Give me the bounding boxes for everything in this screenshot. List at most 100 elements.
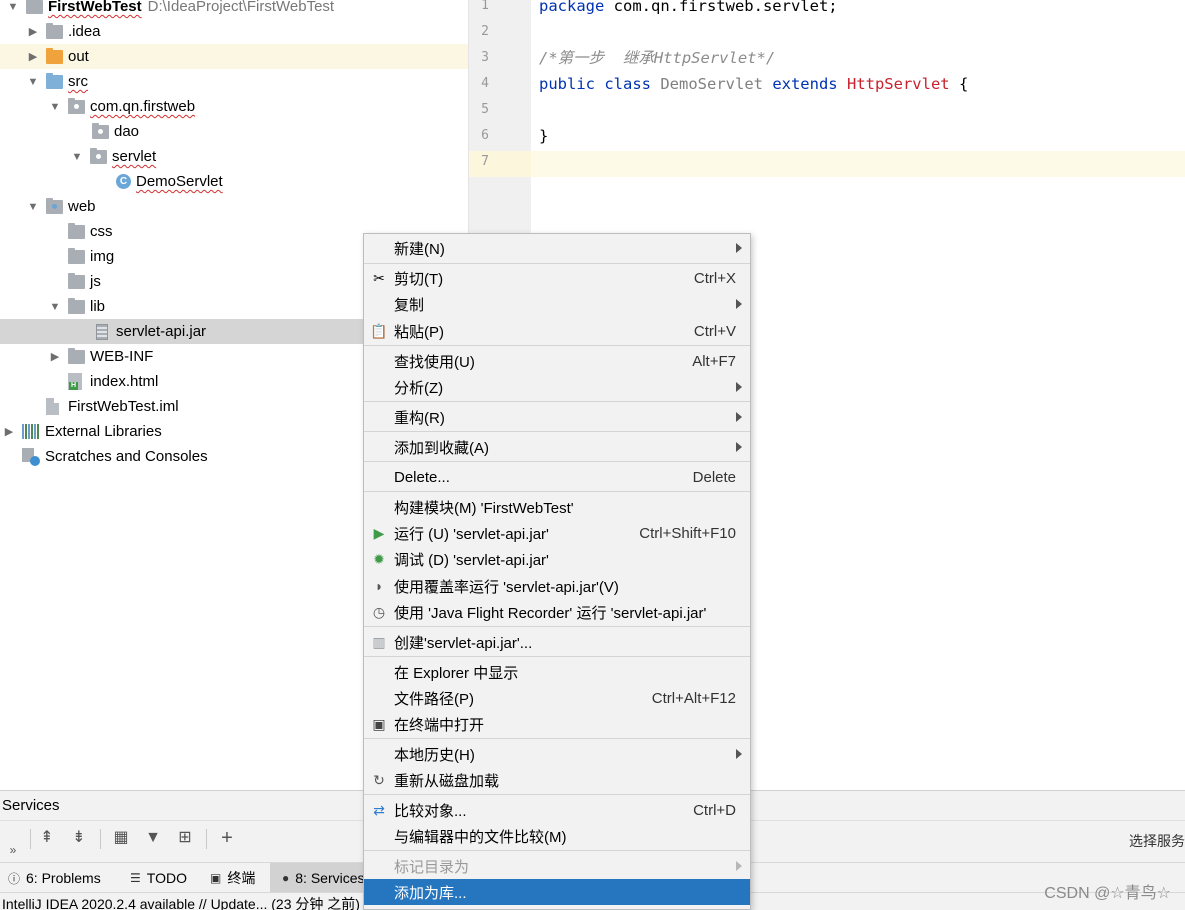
tree-item-label: web (68, 198, 96, 215)
menu-item-debug[interactable]: ✹ 调试 (D) 'servlet-api.jar' (364, 546, 750, 572)
menu-item-new[interactable]: 新建(N) (364, 235, 750, 261)
collapse-all-icon[interactable]: ⇟ (68, 827, 90, 849)
chevron-down-icon[interactable]: ▼ (26, 200, 40, 214)
menu-item-show-in-explorer[interactable]: 在 Explorer 中显示 (364, 659, 750, 685)
tree-item-label: css (90, 223, 113, 240)
menu-item-run[interactable]: ▶ 运行 (U) 'servlet-api.jar' Ctrl+Shift+F1… (364, 520, 750, 546)
submenu-arrow-icon (736, 412, 742, 422)
menu-item-create-config[interactable]: ▥ 创建'servlet-api.jar'... (364, 629, 750, 655)
menu-item-analyze[interactable]: 分析(Z) (364, 374, 750, 400)
tree-item-label: js (90, 273, 101, 290)
jar-icon: ▥ (372, 633, 386, 650)
menu-item-reload-from-disk[interactable]: ↻ 重新从磁盘加载 (364, 767, 750, 793)
tree-item-servlet[interactable]: ▼ servlet (0, 144, 468, 169)
menu-item-paste[interactable]: 📋 粘贴(P) Ctrl+V (364, 318, 750, 344)
tree-item-idea[interactable]: ▶ .idea (0, 19, 468, 44)
chevron-down-icon[interactable]: ▼ (48, 100, 62, 114)
run-icon: ▶ (373, 524, 385, 541)
excluded-folder-icon (46, 47, 63, 64)
menu-item-run-with-coverage[interactable]: ◗ 使用覆盖率运行 'servlet-api.jar'(V) (364, 573, 750, 599)
menu-item-build-module[interactable]: 构建模块(M) 'FirstWebTest' (364, 494, 750, 520)
tree-root[interactable]: ▼ FirstWebTest D:\IdeaProject\FirstWebTe… (0, 0, 468, 19)
menu-item-refactor[interactable]: 重构(R) (364, 404, 750, 430)
package-icon (92, 122, 109, 139)
submenu-arrow-icon (736, 861, 742, 871)
submenu-arrow-icon (736, 442, 742, 452)
folder-icon (46, 22, 63, 39)
line-number: 4 (481, 76, 489, 91)
menu-item-find-usages[interactable]: 查找使用(U) Alt+F7 (364, 348, 750, 374)
menu-item-compare-with-editor[interactable]: 与编辑器中的文件比较(M) (364, 823, 750, 849)
tab-terminal[interactable]: ▣ 终端 (210, 863, 255, 893)
filter-icon[interactable]: ▼ (142, 827, 164, 849)
tree-item-package[interactable]: ▼ com.qn.firstweb (0, 94, 468, 119)
folder-icon (68, 222, 85, 239)
group-by-icon[interactable]: ▦ (110, 827, 132, 849)
tree-item-label: FirstWebTest.iml (68, 398, 179, 415)
tab-todo[interactable]: ☰ TODO (130, 863, 187, 893)
tree-item-out[interactable]: ▶ out (0, 44, 468, 69)
coverage-icon: ◗ (374, 578, 384, 594)
watermark: CSDN @☆青鸟☆ (1044, 885, 1171, 902)
menu-item-local-history[interactable]: 本地历史(H) (364, 741, 750, 767)
select-service-hint: 选择服务 (1129, 833, 1185, 849)
debug-icon: ✹ (373, 550, 385, 567)
tree-item-demoservlet[interactable]: C DemoServlet (0, 169, 468, 194)
submenu-arrow-icon (736, 299, 742, 309)
menu-item-add-to-favorites[interactable]: 添加到收藏(A) (364, 434, 750, 460)
folder-icon (68, 347, 85, 364)
menu-item-delete[interactable]: Delete... Delete (364, 464, 750, 490)
chevron-right-icon[interactable]: ▶ (2, 425, 16, 439)
tree-item-label: com.qn.firstweb (90, 98, 196, 115)
tree-item-src[interactable]: ▼ src (0, 69, 468, 94)
line-number: 1 (481, 0, 489, 13)
tree-item-label: index.html (90, 373, 159, 390)
chevron-down-icon[interactable]: ▼ (26, 75, 40, 89)
tree-item-label: servlet (112, 148, 157, 165)
tree-item-label: DemoServlet (136, 173, 223, 190)
tree-item-label: servlet-api.jar (116, 323, 207, 340)
module-file-icon (46, 398, 59, 415)
tree-item-web[interactable]: ▼ web (0, 194, 468, 219)
tree-item-label: out (68, 48, 89, 65)
menu-item-cut[interactable]: ✂ 剪切(T) Ctrl+X (364, 265, 750, 291)
folder-icon (26, 0, 43, 14)
submenu-arrow-icon (736, 749, 742, 759)
code-line-6: } (539, 127, 549, 145)
tree-item-label: src (68, 73, 88, 90)
services-title: Services (2, 797, 60, 814)
menu-item-mark-directory-as[interactable]: 标记目录为 (364, 853, 750, 879)
tree-item-dao[interactable]: dao (0, 119, 468, 144)
tab-problems[interactable]: ⓘ 6: Problems (8, 863, 101, 893)
add-service-icon[interactable]: + (216, 827, 238, 849)
menu-item-flight-recorder[interactable]: ◷ 使用 'Java Flight Recorder' 运行 'servlet-… (364, 599, 750, 625)
submenu-arrow-icon (736, 243, 742, 253)
menu-item-file-path[interactable]: 文件路径(P) Ctrl+Alt+F12 (364, 685, 750, 711)
menu-item-open-in-terminal[interactable]: ▣ 在终端中打开 (364, 711, 750, 737)
line-number: 5 (481, 102, 489, 117)
web-folder-icon (46, 197, 63, 214)
menu-item-copy[interactable]: 复制 (364, 291, 750, 317)
scissors-icon: ✂ (373, 269, 385, 286)
line-number: 6 (481, 128, 489, 143)
chevron-down-icon[interactable]: ▼ (6, 0, 20, 14)
jar-file-icon (96, 323, 108, 340)
todo-icon: ☰ (130, 871, 141, 885)
expand-icon[interactable]: » (2, 839, 24, 861)
chevron-down-icon[interactable]: ▼ (70, 150, 84, 164)
flight-recorder-icon: ◷ (372, 603, 386, 620)
chevron-right-icon[interactable]: ▶ (26, 25, 40, 39)
expand-all-icon[interactable]: ⇞ (36, 827, 58, 849)
folder-icon (68, 297, 85, 314)
menu-item-add-as-library[interactable]: 添加为库... (364, 879, 750, 905)
chevron-right-icon[interactable]: ▶ (48, 350, 62, 364)
status-text[interactable]: IntelliJ IDEA 2020.2.4 available // Upda… (2, 894, 360, 910)
tree-item-label: .idea (68, 23, 101, 40)
package-icon (90, 147, 107, 164)
chevron-right-icon[interactable]: ▶ (26, 50, 40, 64)
tree-root-path: D:\IdeaProject\FirstWebTest (147, 0, 335, 15)
menu-item-compare-with[interactable]: ⇄ 比较对象... Ctrl+D (364, 797, 750, 823)
code-line-4: public class DemoServlet extends HttpSer… (539, 75, 969, 93)
new-tab-icon[interactable]: ⊞ (174, 827, 196, 849)
chevron-down-icon[interactable]: ▼ (48, 300, 62, 314)
